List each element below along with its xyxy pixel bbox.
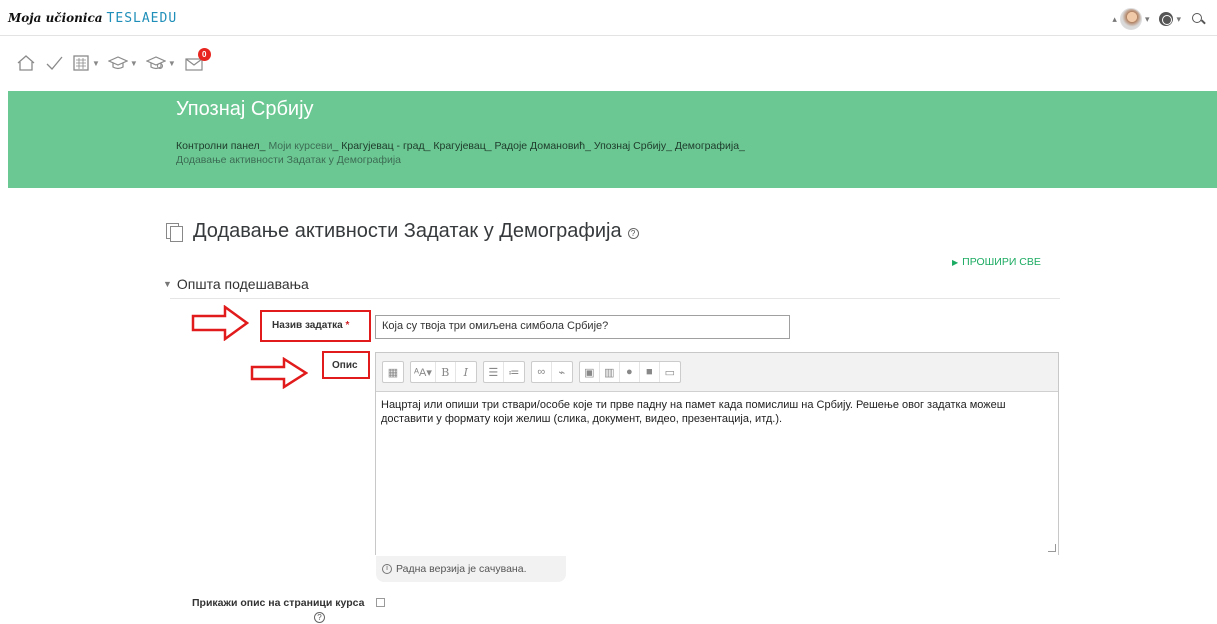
ordered-list-icon[interactable]: ≔ <box>504 362 524 382</box>
toolbar-group-3: ☰ ≔ <box>482 361 525 383</box>
chevron-down-icon: ▼ <box>167 58 176 68</box>
record-video-icon[interactable]: ■ <box>640 362 660 382</box>
toolbar-group-4: ∞ ⌁ <box>530 361 573 383</box>
help-icon[interactable]: ? <box>314 612 325 623</box>
breadcrumb-school[interactable]: Радоје Домановић <box>495 140 586 152</box>
toolbar-toggle-icon[interactable]: ▦ <box>383 362 403 382</box>
check-icon[interactable] <box>44 51 64 75</box>
description-editor: ▦ ᴬA▾ B I ☰ ≔ ∞ ⌁ ▣ ▥ ● ■ ▭ Нацртај или … <box>375 352 1059 555</box>
breadcrumb: Контролни панел_ Моји курсеви_ Крагујева… <box>176 140 745 166</box>
link-icon[interactable]: ∞ <box>532 362 552 382</box>
annotation-arrow-name <box>191 305 249 341</box>
chevron-down-icon: ▼ <box>92 58 100 68</box>
messages-button[interactable]: 0 <box>184 48 211 75</box>
breadcrumb-current: Додавање активности Задатак у Демографиј… <box>176 154 401 166</box>
section-general-title: Општа подешавања <box>176 276 309 292</box>
course-title: Упознај Србију <box>176 98 314 120</box>
top-navbar: Moja učionica TESLAEDU ▴ ▾ ▾ <box>0 0 1217 36</box>
search-icon[interactable] <box>1191 12 1205 26</box>
show-description-checkbox[interactable] <box>376 598 385 607</box>
record-audio-icon[interactable]: ● <box>620 362 640 382</box>
chevron-down-icon: ▾ <box>1144 13 1150 24</box>
site-logo[interactable]: Moja učionica TESLAEDU <box>8 9 177 27</box>
assignment-name-input[interactable]: Која су твоја три омиљена симбола Србије… <box>375 315 790 339</box>
paragraph-styles-icon[interactable]: ᴬA▾ <box>411 362 436 382</box>
breadcrumb-city[interactable]: Крагујевац - град <box>341 140 424 152</box>
course-cap-icon <box>145 56 166 70</box>
home-icon[interactable] <box>16 51 36 75</box>
unlink-icon[interactable]: ⌁ <box>552 362 572 382</box>
media-icon[interactable]: ▥ <box>600 362 620 382</box>
chevron-down-icon: ▾ <box>1176 13 1181 24</box>
draft-saved-text: Радна верзија је сачувана. <box>396 563 527 575</box>
avatar-left-caret: ▴ <box>1112 13 1117 24</box>
editor-toolbar: ▦ ᴬA▾ B I ☰ ≔ ∞ ⌁ ▣ ▥ ● ■ ▭ <box>376 353 1058 391</box>
description-textarea[interactable]: Нацртај или опиши три ствари/особе које … <box>376 391 1058 555</box>
user-menu[interactable]: ▴ ▾ <box>1112 8 1149 30</box>
caret-down-icon: ▼ <box>163 279 172 289</box>
manage-files-icon[interactable]: ▭ <box>660 362 680 382</box>
toolbar-group-2: ᴬA▾ B I <box>410 361 477 383</box>
assignment-name-label-text: Назив задатка <box>272 320 343 331</box>
image-icon[interactable]: ▣ <box>580 362 600 382</box>
calendar-icon <box>73 55 89 71</box>
avatar <box>1119 8 1142 30</box>
show-description-label: Прикажи опис на страници курса <box>192 597 365 609</box>
assignment-name-label: Назив задатка * <box>272 320 349 331</box>
brand-tesla: TESLAEDU <box>106 10 178 26</box>
breadcrumb-dashboard[interactable]: Контролни панел <box>176 140 260 152</box>
section-divider <box>170 298 1060 299</box>
bold-icon[interactable]: B <box>436 362 456 382</box>
quick-icon-bar: ▼ ▼ ▼ 0 <box>0 36 1217 90</box>
course-header: Упознај Србију Контролни панел_ Моји кур… <box>8 91 1217 188</box>
graduation-cap-icon <box>107 56 128 70</box>
globe-icon <box>1159 12 1174 26</box>
draft-saved-notice: i Радна верзија је сачувана. <box>376 556 566 582</box>
page-title: Додавање активности Задатак у Демографиј… <box>193 220 622 242</box>
expand-all-label: ПРОШИРИ СВЕ <box>962 256 1041 268</box>
language-menu[interactable]: ▾ <box>1159 12 1181 26</box>
breadcrumb-town[interactable]: Крагујевац <box>433 140 485 152</box>
annotation-arrow-description <box>250 357 308 389</box>
caret-right-icon: ▶ <box>952 258 959 267</box>
page-heading: Додавање активности Задатак у Демографиј… <box>166 220 639 243</box>
breadcrumb-section[interactable]: Демографија <box>675 140 739 152</box>
section-general-toggle[interactable]: ▼ Општа подешавања <box>163 276 309 292</box>
calendar-menu[interactable]: ▼ <box>72 51 100 75</box>
breadcrumb-my-courses[interactable]: Моји курсеви <box>268 140 332 152</box>
assignment-icon <box>166 223 183 242</box>
toolbar-group-1: ▦ <box>382 361 404 383</box>
my-courses-menu[interactable]: ▼ <box>107 51 138 75</box>
brand-script: Moja učionica <box>8 11 103 25</box>
expand-all-link[interactable]: ▶ ПРОШИРИ СВЕ <box>952 256 1041 268</box>
breadcrumb-course[interactable]: Упознај Србију <box>594 140 666 152</box>
unordered-list-icon[interactable]: ☰ <box>484 362 504 382</box>
required-icon: * <box>345 320 350 331</box>
italic-icon[interactable]: I <box>456 362 476 382</box>
chevron-down-icon: ▼ <box>129 58 138 68</box>
description-label: Опис <box>332 360 358 371</box>
user-menu-area: ▴ ▾ ▾ <box>1112 8 1205 30</box>
help-icon[interactable]: ? <box>627 228 639 239</box>
toolbar-group-5: ▣ ▥ ● ■ ▭ <box>578 361 681 383</box>
message-count-badge: 0 <box>197 48 211 61</box>
resize-handle-icon[interactable] <box>1048 544 1056 552</box>
course-menu[interactable]: ▼ <box>145 51 176 75</box>
info-icon: i <box>382 564 392 574</box>
